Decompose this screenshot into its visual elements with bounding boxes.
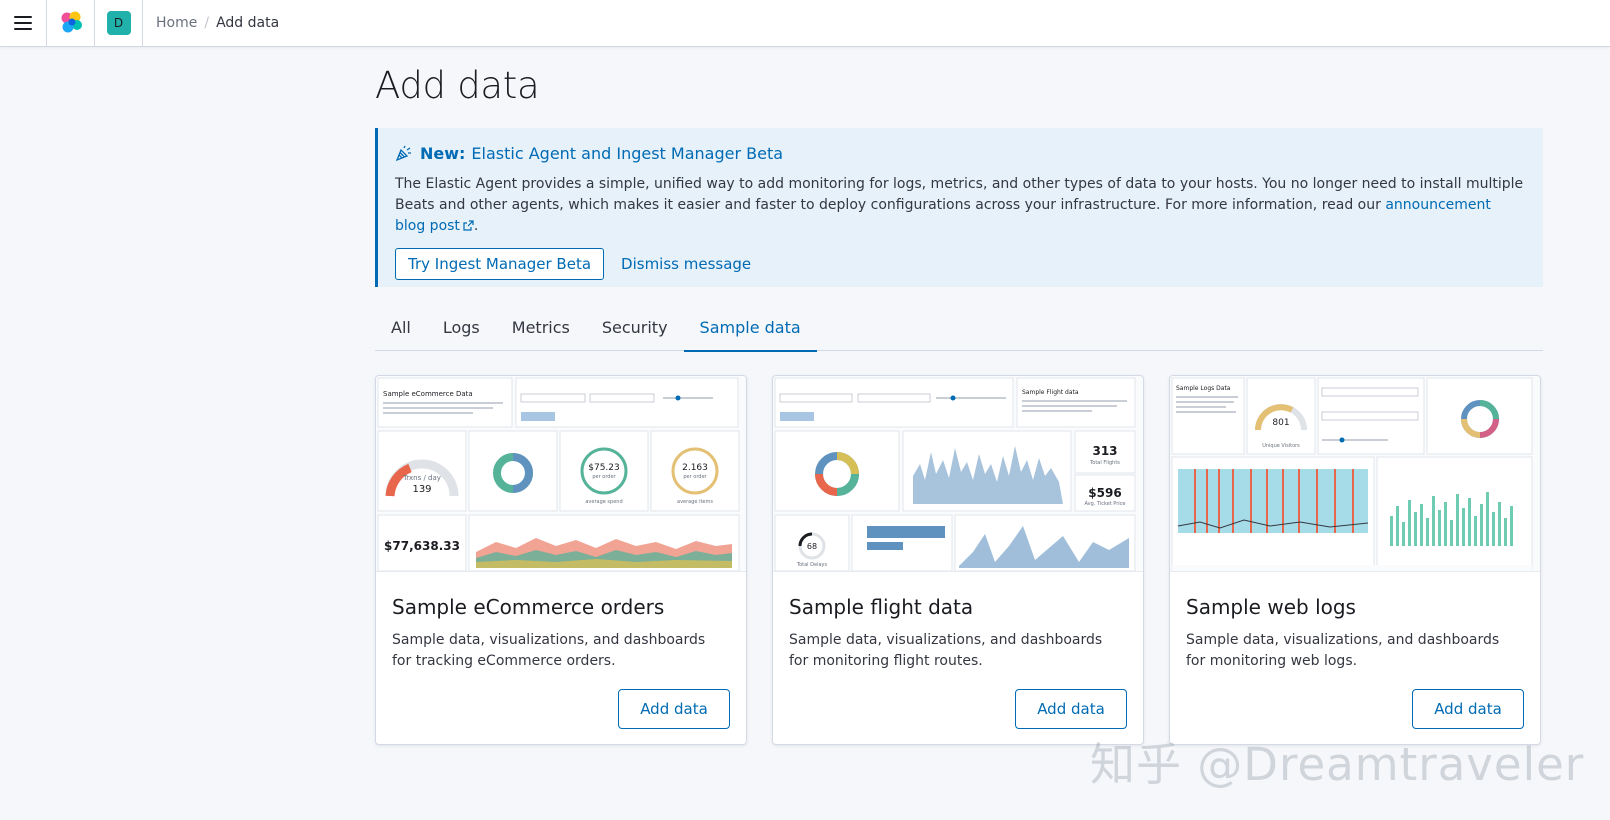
add-flight-data-button[interactable]: Add data	[1015, 689, 1127, 729]
card-title: Sample eCommerce orders	[392, 595, 665, 619]
revenue-value: $77,638.33	[384, 539, 460, 553]
try-ingest-manager-button[interactable]: Try Ingest Manager Beta	[395, 248, 605, 280]
ecommerce-preview-heading: Sample eCommerce Data	[383, 390, 473, 398]
breadcrumb-separator: /	[204, 15, 210, 31]
items-sub: per order	[683, 474, 707, 480]
sample-web-logs-card: Sample Logs Data 801 Unique Visitors Sam…	[1169, 375, 1541, 745]
sample-ecommerce-card: Sample eCommerce Data Trxns / day 139 $7…	[375, 375, 747, 745]
card-description: Sample data, visualizations, and dashboa…	[789, 632, 1103, 669]
breadcrumb-home[interactable]: Home	[156, 15, 197, 31]
card-description: Sample data, visualizations, and dashboa…	[392, 632, 706, 669]
breadcrumb-current: Add data	[216, 15, 280, 31]
space-avatar: D	[106, 11, 131, 35]
space-selector[interactable]: D	[95, 0, 143, 47]
card-title: Sample flight data	[789, 595, 974, 619]
spend-label: average spend	[585, 499, 622, 505]
elastic-logo[interactable]	[47, 0, 95, 47]
tab-sample-data[interactable]: Sample data	[683, 306, 817, 352]
card-description: Sample data, visualizations, and dashboa…	[1186, 632, 1500, 669]
zhihu-watermark: 知乎 @Dreamtraveler	[1090, 738, 1585, 791]
cheer-icon	[395, 145, 411, 162]
total-flights-value: 313	[1092, 444, 1117, 458]
data-source-tabs: All Logs Metrics Security Sample data	[375, 306, 1543, 352]
callout-title-text: Elastic Agent and Ingest Manager Beta	[471, 144, 784, 163]
trxns-gauge-value: 139	[412, 484, 431, 495]
tab-all[interactable]: All	[375, 306, 427, 351]
spend-value: $75.23	[588, 463, 620, 473]
new-feature-callout: New: Elastic Agent and Ingest Manager Be…	[375, 128, 1543, 287]
callout-actions: Try Ingest Manager Beta Dismiss message	[395, 248, 1526, 280]
trxns-gauge-label: Trxns / day	[402, 474, 441, 482]
items-value: 2.163	[682, 463, 708, 473]
delays-label: Total Delays	[796, 562, 828, 568]
callout-title-strong: New:	[420, 144, 466, 163]
logs-preview-heading: Sample Logs Data	[1176, 385, 1231, 392]
tab-logs[interactable]: Logs	[427, 306, 496, 351]
sample-flight-card: Sample Flight data 313 Total Flights $59…	[772, 375, 1144, 745]
items-label: average items	[677, 499, 713, 505]
elastic-logo-icon	[61, 11, 82, 33]
breadcrumb: Home / Add data	[143, 15, 279, 31]
menu-button[interactable]	[0, 0, 47, 47]
ecommerce-dashboard-preview: Sample eCommerce Data Trxns / day 139 $7…	[376, 376, 746, 572]
dismiss-message-button[interactable]: Dismiss message	[621, 255, 751, 273]
tab-security[interactable]: Security	[586, 306, 684, 351]
delays-value: 68	[807, 542, 817, 551]
total-flights-label: Total Flights	[1089, 460, 1120, 466]
visitors-value: 801	[1272, 418, 1289, 428]
ticket-price-label: Avg. Ticket Price	[1084, 501, 1125, 507]
top-header: D Home / Add data	[0, 0, 1610, 47]
page-title: Add data	[375, 64, 540, 107]
tab-metrics[interactable]: Metrics	[496, 306, 586, 351]
hamburger-icon	[14, 16, 32, 30]
visitors-label: Unique Visitors	[1262, 443, 1300, 449]
web-logs-dashboard-preview: Sample Logs Data 801 Unique Visitors	[1170, 376, 1540, 572]
ticket-price-value: $596	[1088, 486, 1121, 500]
callout-body-end: .	[473, 218, 479, 234]
card-title: Sample web logs	[1186, 595, 1356, 619]
flight-preview-heading: Sample Flight data	[1022, 389, 1079, 396]
add-ecommerce-data-button[interactable]: Add data	[618, 689, 730, 729]
callout-body-text: The Elastic Agent provides a simple, uni…	[395, 176, 1524, 213]
add-web-logs-data-button[interactable]: Add data	[1412, 689, 1524, 729]
spend-sub: per order	[592, 474, 616, 480]
callout-title: New: Elastic Agent and Ingest Manager Be…	[395, 144, 1526, 163]
external-link-icon	[463, 220, 474, 231]
flight-dashboard-preview: Sample Flight data 313 Total Flights $59…	[773, 376, 1143, 572]
callout-body: The Elastic Agent provides a simple, uni…	[395, 174, 1525, 237]
